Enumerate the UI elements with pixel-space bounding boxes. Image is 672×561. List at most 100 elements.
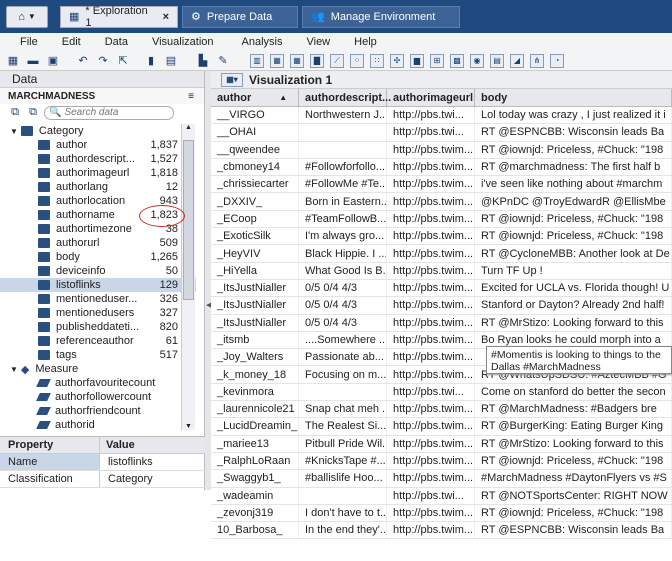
- table-row[interactable]: _ECoop #TeamFollowB... http://pbs.twim... R…: [211, 210, 672, 229]
- property-classification-value[interactable]: Category: [100, 471, 153, 487]
- table-row[interactable]: _laurennicole21 Snap chat meh ... http://p…: [211, 401, 672, 419]
- table-row[interactable]: _ItsJustNialler 0/5 0/4 4/3 http://pbs.twi…: [211, 297, 672, 315]
- layout-icon[interactable]: ▤: [164, 54, 178, 68]
- data-item[interactable]: authorlang 12: [0, 180, 196, 194]
- table-row[interactable]: _ItsJustNialler 0/5 0/4 4/3 http://pbs.twi…: [211, 314, 672, 332]
- menu-data[interactable]: Data: [105, 36, 128, 48]
- menu-file[interactable]: File: [20, 36, 38, 48]
- close-icon[interactable]: ×: [163, 11, 169, 23]
- tab-manage-environment[interactable]: 👥 Manage Environment: [302, 5, 460, 28]
- crosstab-icon[interactable]: ▦: [290, 53, 304, 68]
- treemap-icon[interactable]: ▤: [490, 53, 504, 68]
- data-item[interactable]: author 1,837: [0, 138, 196, 152]
- table-row[interactable]: _HeyVIV Black Hippie. I ... http://pbs.twi…: [211, 245, 672, 263]
- tab-exploration[interactable]: ▦ * Exploration 1 ×: [60, 5, 178, 29]
- box-plot-icon[interactable]: ⊞: [430, 53, 444, 68]
- visualization-type-icon[interactable]: ▦▾: [221, 72, 243, 87]
- menu-view[interactable]: View: [306, 36, 330, 48]
- measure-item[interactable]: authorfollowercount: [0, 390, 196, 404]
- measure-item[interactable]: authorfavouritecount: [0, 376, 196, 390]
- network-icon[interactable]: ✣: [390, 53, 404, 68]
- table-row[interactable]: _kevinmora http://pbs.twi... Come on stanf…: [211, 383, 672, 402]
- column-header-body[interactable]: body: [475, 89, 672, 106]
- bar-chart-icon[interactable]: ▇: [310, 53, 324, 68]
- data-item[interactable]: mentionedusers 327: [0, 306, 196, 320]
- menu-analysis[interactable]: Analysis: [242, 36, 283, 48]
- data-options-icon[interactable]: ⧉: [26, 106, 40, 120]
- data-item[interactable]: authordescript... 1,527: [0, 152, 196, 166]
- export-icon[interactable]: ⇱: [116, 54, 130, 68]
- scroll-down-icon[interactable]: ▼: [182, 423, 195, 430]
- table-row[interactable]: _ExoticSilk I'm always gro... http://pbs.t…: [211, 228, 672, 246]
- table-row[interactable]: __VIRGO Northwestern J... http://pbs.twi..…: [211, 107, 672, 125]
- decision-tree-icon[interactable]: ⋔: [530, 53, 544, 68]
- expand-icon[interactable]: ▼: [10, 365, 18, 374]
- table-icon[interactable]: ▦: [270, 53, 284, 68]
- column-header-authordescript[interactable]: authordescript...: [299, 89, 391, 106]
- gauge-icon[interactable]: ◔: [550, 53, 564, 68]
- geo-map-icon[interactable]: ◉: [470, 53, 484, 68]
- table-row[interactable]: _DXXIV_ Born in Eastern... http://pbs.twim…: [211, 193, 672, 211]
- data-item[interactable]: mentioneduser... 326: [0, 292, 196, 306]
- search-input[interactable]: [64, 107, 165, 118]
- table-row[interactable]: _chrissiecarter #FollowMe #Te... http://pb…: [211, 176, 672, 194]
- panel-icon[interactable]: ▮: [144, 54, 158, 68]
- heatmap-icon[interactable]: ▩: [450, 53, 464, 68]
- measure-folder[interactable]: ▼ ◆ Measure: [0, 362, 196, 376]
- column-header-authorimageurl[interactable]: authorimageurl: [387, 89, 475, 106]
- menu-icon[interactable]: ≡: [188, 91, 194, 102]
- data-source-selector[interactable]: MARCHMADNESS ≡: [0, 88, 204, 104]
- table-row[interactable]: _mariee13 Pitbull Pride Wil... http://pbs.…: [211, 435, 672, 453]
- table-row[interactable]: _zevonj319 I don't have to t... http://pbs…: [211, 504, 672, 523]
- brush-icon[interactable]: ✎: [216, 54, 230, 68]
- data-tree-scrollbar[interactable]: ▲ ▼: [181, 124, 195, 430]
- table-row[interactable]: _wadeamin http://pbs.twi... RT @NOTSportsC…: [211, 487, 672, 505]
- menu-help[interactable]: Help: [354, 36, 377, 48]
- measure-item[interactable]: authorid: [0, 418, 196, 430]
- scatter-icon[interactable]: ⁘: [350, 53, 364, 68]
- table-row[interactable]: _Swaggyb1_ #ballislife Hoo... http://pbs.t…: [211, 470, 672, 488]
- menu-edit[interactable]: Edit: [62, 36, 81, 48]
- line-chart-icon[interactable]: ⟋: [330, 53, 344, 68]
- data-item[interactable]: tags 517: [0, 348, 196, 362]
- menu-visualization[interactable]: Visualization: [152, 36, 214, 48]
- table-body: __VIRGO Northwestern J... http://pbs.twi..…: [211, 107, 672, 540]
- table-row[interactable]: _HiYella What Good Is B... http://pbs.twim…: [211, 262, 672, 280]
- measure-item[interactable]: authorfriendcount: [0, 404, 196, 418]
- property-name-value[interactable]: listoflinks: [100, 454, 153, 470]
- undo-icon[interactable]: ↶: [76, 54, 90, 68]
- chart-bar-icon[interactable]: ▥: [250, 53, 264, 68]
- data-item[interactable]: referenceauthor 61: [0, 334, 196, 348]
- table-row[interactable]: _ItsJustNialler 0/5 0/4 4/3 http://pbs.twi…: [211, 279, 672, 298]
- add-data-item-icon[interactable]: ⧉: [8, 106, 22, 120]
- data-item[interactable]: authorurl 509: [0, 236, 196, 250]
- open-icon[interactable]: ▬: [26, 54, 40, 68]
- data-item[interactable]: authorimageurl 1,818: [0, 166, 196, 180]
- category-folder[interactable]: ▼ Category: [0, 124, 196, 138]
- redo-icon[interactable]: ↷: [96, 54, 110, 68]
- column-header-author[interactable]: author ▲: [211, 89, 299, 106]
- table-row[interactable]: 10_Barbosa_ In the end they'... http://pbs…: [211, 522, 672, 540]
- home-button[interactable]: ⌂ ▼: [6, 5, 48, 28]
- data-item[interactable]: listoflinks 129: [0, 278, 196, 292]
- scroll-up-icon[interactable]: ▲: [182, 124, 195, 134]
- table-row[interactable]: _cbmoney14 #Followforfollo... http://pbs.t…: [211, 158, 672, 177]
- expand-icon[interactable]: ▼: [10, 127, 18, 136]
- histogram-icon[interactable]: ▆: [410, 53, 424, 68]
- table-row[interactable]: __qweendee http://pbs.twim... RT @iownjd: …: [211, 141, 672, 159]
- tab-prepare-data[interactable]: ⚙ Prepare Data: [182, 5, 298, 28]
- correlation-icon[interactable]: ◢: [510, 53, 524, 68]
- data-item[interactable]: publisheddateti... 820: [0, 320, 196, 334]
- save-icon[interactable]: ▣: [46, 54, 60, 68]
- table-row[interactable]: _RalphLoRaan #KnicksTape #... http://pbs.t…: [211, 452, 672, 471]
- table-row[interactable]: _LucidDreamin_ The Realest Si... http://pb…: [211, 418, 672, 436]
- search-box[interactable]: 🔍: [44, 105, 174, 120]
- table-row[interactable]: __OHAI http://pbs.twi... RT @ESPNCBB: Wisc…: [211, 124, 672, 142]
- bubble-icon[interactable]: ∷: [370, 53, 384, 68]
- data-item[interactable]: body 1,265: [0, 250, 196, 264]
- scrollbar-thumb[interactable]: [183, 140, 194, 300]
- data-item[interactable]: deviceinfo 50: [0, 264, 196, 278]
- report-icon[interactable]: ▙: [196, 54, 210, 68]
- cell-authordescript: [299, 124, 387, 141]
- new-icon[interactable]: ▦: [6, 54, 20, 68]
